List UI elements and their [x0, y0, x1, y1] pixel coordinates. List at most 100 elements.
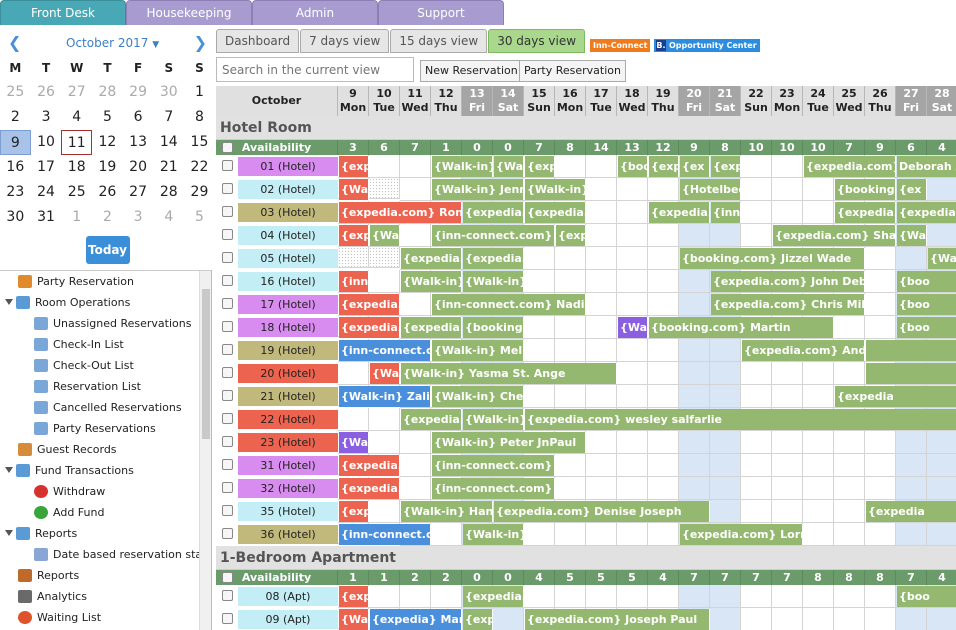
room-checkbox[interactable]	[222, 298, 233, 309]
reservation-bar[interactable]: {booking.co	[835, 179, 896, 200]
calendar-day[interactable]: 21	[153, 155, 184, 180]
reservation-bar[interactable]: {expedia.c	[525, 202, 586, 223]
reservation-bar[interactable]: {inn-connect.com} Ru	[432, 455, 555, 476]
reservation-bar[interactable]: {Walk-in} Yasma St. Ange	[401, 363, 617, 384]
day-cell[interactable]	[648, 247, 679, 270]
calendar-day[interactable]: 4	[61, 105, 92, 130]
tree-item-waiting-list[interactable]: Waiting List	[0, 607, 211, 628]
tab-7-days[interactable]: 7 days view	[300, 29, 390, 53]
room-name[interactable]: 18 (Hotel)	[238, 318, 338, 337]
reservation-bar[interactable]: {expedia.com}	[804, 156, 896, 177]
reservation-bar[interactable]: {expedia.c	[463, 586, 524, 607]
calendar-day[interactable]: 2	[0, 105, 31, 130]
day-cell[interactable]	[772, 201, 803, 224]
reservation-bar[interactable]: {Hotelbeds	[680, 179, 741, 200]
day-header[interactable]: 19 Thu	[648, 86, 679, 116]
reservation-bar[interactable]: {inn-connect.com} Nadia C	[432, 294, 586, 315]
calendar-day[interactable]: 6	[123, 105, 154, 130]
day-cell[interactable]	[679, 293, 710, 316]
day-cell[interactable]	[555, 585, 586, 608]
expand-arrow-icon[interactable]	[5, 530, 13, 536]
day-cell[interactable]	[617, 178, 648, 201]
day-cell[interactable]	[555, 155, 586, 178]
tree-item-room-operations[interactable]: Room Operations	[0, 292, 211, 313]
day-cell[interactable]	[648, 362, 679, 385]
reservation-bar[interactable]: {inn-connect.com} Ru	[432, 478, 555, 499]
day-cell[interactable]	[834, 316, 865, 339]
day-cell[interactable]	[772, 477, 803, 500]
day-cell[interactable]	[369, 270, 400, 293]
day-cell[interactable]	[555, 385, 586, 408]
day-cell[interactable]	[524, 316, 555, 339]
day-cell[interactable]	[555, 339, 586, 362]
room-name[interactable]: 01 (Hotel)	[238, 157, 338, 176]
day-cell[interactable]	[586, 155, 617, 178]
day-cell[interactable]	[648, 270, 679, 293]
day-cell[interactable]	[400, 293, 431, 316]
day-cell[interactable]	[524, 247, 555, 270]
day-cell[interactable]	[400, 454, 431, 477]
reservation-bar[interactable]: {booking.com} Martin	[649, 317, 834, 338]
day-header[interactable]: 20 Fri	[679, 86, 710, 116]
day-header[interactable]: 15 Sun	[524, 86, 555, 116]
calendar-day[interactable]: 30	[153, 80, 184, 105]
day-cell[interactable]	[803, 431, 834, 454]
reservation-bar[interactable]: {exp	[649, 156, 679, 177]
calendar-day[interactable]: 27	[61, 80, 92, 105]
calendar-day[interactable]: 18	[61, 155, 92, 180]
day-cell[interactable]	[927, 224, 956, 247]
next-month-icon[interactable]: ❯	[194, 33, 207, 52]
opportunity-center-badge[interactable]: B. Opportunity Center	[654, 39, 760, 52]
calendar-day[interactable]: 16	[0, 155, 31, 180]
day-cell[interactable]	[524, 585, 555, 608]
day-cell[interactable]	[741, 385, 772, 408]
calendar-day[interactable]: 17	[31, 155, 62, 180]
room-checkbox[interactable]	[222, 590, 233, 601]
reservation-bar[interactable]: {expedia.com} Denise Joseph	[494, 501, 710, 522]
reservation-bar[interactable]: {exp	[339, 225, 369, 246]
tab-front-desk[interactable]: Front Desk	[0, 0, 126, 25]
reservation-bar[interactable]: {Wall	[339, 609, 369, 630]
reservation-bar[interactable]: {inn-connect.com}	[339, 340, 431, 361]
reservation-bar[interactable]: {Walk-in} Cherie	[432, 386, 524, 407]
day-cell[interactable]	[803, 523, 834, 546]
calendar-day[interactable]: 20	[123, 155, 154, 180]
calendar-day[interactable]: 14	[153, 130, 184, 155]
day-cell[interactable]	[834, 477, 865, 500]
room-name[interactable]: 36 (Hotel)	[238, 525, 338, 544]
reservation-bar[interactable]: {inn-	[339, 271, 369, 292]
day-cell[interactable]	[741, 155, 772, 178]
day-cell[interactable]	[648, 431, 679, 454]
day-cell[interactable]	[648, 385, 679, 408]
day-header[interactable]: 14 Sat	[493, 86, 524, 116]
day-cell[interactable]	[617, 454, 648, 477]
reservation-bar[interactable]: {inn-connect.com}	[339, 524, 431, 545]
reservation-bar[interactable]: {Walk-in} Hanna	[401, 501, 493, 522]
day-cell[interactable]	[772, 155, 803, 178]
reservation-bar[interactable]: {Wal	[494, 156, 524, 177]
reservation-bar[interactable]: {expedia.c	[401, 317, 462, 338]
room-checkbox[interactable]	[222, 275, 233, 286]
day-cell[interactable]	[803, 477, 834, 500]
day-cell[interactable]	[710, 339, 741, 362]
day-cell[interactable]	[710, 224, 741, 247]
calendar-day[interactable]: 10	[31, 130, 62, 155]
day-cell[interactable]	[834, 523, 865, 546]
tree-item-withdraw[interactable]: Withdraw	[0, 481, 211, 502]
reservation-bar[interactable]: {expedia	[866, 501, 956, 522]
day-header[interactable]: 21 Sat	[710, 86, 741, 116]
prev-month-icon[interactable]: ❮	[8, 33, 21, 52]
day-cell[interactable]	[648, 178, 679, 201]
day-cell[interactable]	[648, 477, 679, 500]
tab-support[interactable]: Support	[378, 0, 504, 25]
day-cell[interactable]	[772, 454, 803, 477]
day-cell[interactable]	[834, 608, 865, 630]
day-cell[interactable]	[772, 608, 803, 630]
tab-15-days[interactable]: 15 days view	[390, 29, 488, 53]
reservation-bar[interactable]: {expedia.c	[339, 455, 400, 476]
day-cell[interactable]	[710, 454, 741, 477]
calendar-day[interactable]: 28	[92, 80, 123, 105]
today-button[interactable]: Today	[85, 236, 130, 264]
room-name[interactable]: 35 (Hotel)	[238, 502, 338, 521]
day-cell[interactable]	[648, 339, 679, 362]
